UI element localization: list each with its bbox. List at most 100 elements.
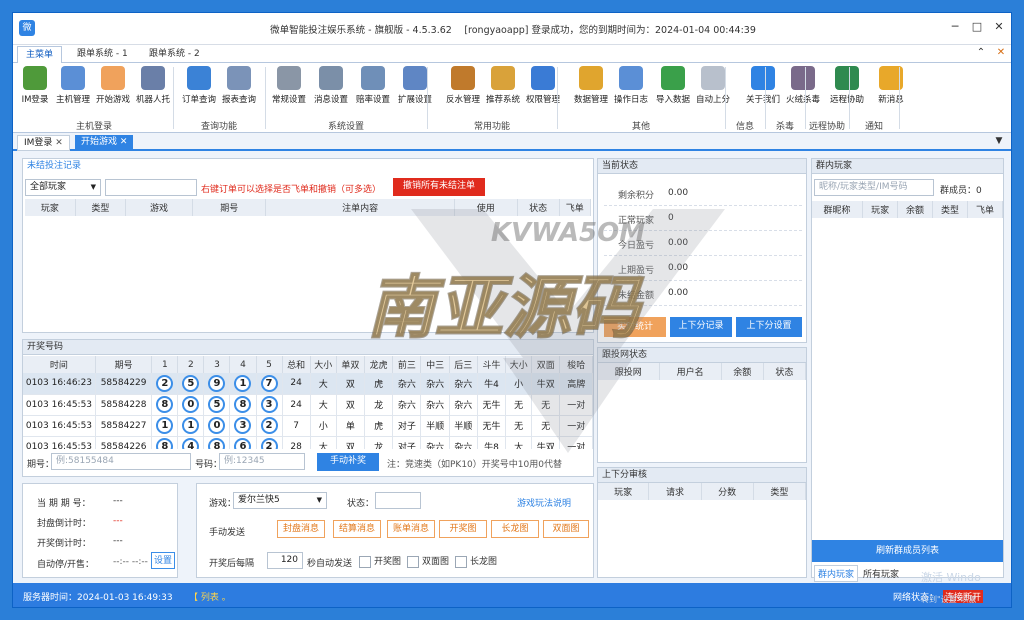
column-header[interactable]: 1 [151,356,179,373]
column-header[interactable]: 5 [256,356,283,373]
column-header[interactable]: 总和 [282,356,311,373]
check-open-chart[interactable]: 开奖图 [359,554,401,568]
column-header[interactable]: 后三 [449,356,478,373]
column-header[interactable]: 用户名 [659,363,722,380]
column-header[interactable]: 使用 [454,199,518,216]
live-stats-button[interactable]: 实时统计 [604,317,666,337]
setup-button[interactable]: 设置 [151,552,175,569]
menu-tab-follow-2[interactable]: 跟单系统 - 2 [141,46,208,63]
toolbar-button-extension-settings[interactable]: 扩展设置 [395,66,435,112]
toolbar-button-rebate[interactable]: 反水管理 [443,66,483,112]
toolbar-button-report[interactable]: 报表查询 [219,66,259,112]
toolbar-button-start-game[interactable]: 开始游戏 [93,66,133,112]
column-header[interactable]: 游戏 [125,199,194,216]
column-header[interactable]: 玩家 [598,483,650,500]
menu-tab-follow-1[interactable]: 跟单系统 - 1 [69,46,136,63]
column-header[interactable]: 状态 [763,363,807,380]
toolbar-button-robot[interactable]: 机器人托 [133,66,173,112]
send-button[interactable]: 结算消息 [333,520,381,538]
checkbox-icon[interactable] [359,555,371,568]
table-row[interactable]: 0103 16:45:53 58584226 8 4 8 6 2 28 大双龙对子 杂六 杂六 牛8 大… [23,436,593,449]
column-header[interactable]: 大小 [505,356,533,373]
column-header[interactable]: 类型 [932,201,968,218]
ribbon-collapse-icon[interactable]: ⌃ [973,42,989,64]
toolbar-button-host-manage[interactable]: 主机管理 [53,66,93,112]
group-tab-in-group[interactable]: 群内玩家 [814,565,859,582]
column-header[interactable]: 跟投网 [598,363,660,380]
column-header[interactable]: 飞单 [967,201,1003,218]
send-button[interactable]: 双面图 [543,520,589,538]
chevron-down-icon[interactable]: ▼ [991,130,1007,152]
toolbar-button-im-login[interactable]: IM登录 [15,66,55,112]
checkbox-icon[interactable] [407,555,419,568]
column-header[interactable]: 请求 [648,483,702,500]
close-icon[interactable]: ✕ [55,138,63,148]
menu-tab-main[interactable]: 主菜单 [17,46,63,63]
group-tab-all[interactable]: 所有玩家 [860,566,902,581]
column-header[interactable]: 2 [177,356,205,373]
toolbar-button-gear[interactable]: 常规设置 [269,66,309,112]
refresh-members-button[interactable]: 刷新群成员列表 [812,540,1003,562]
minimize-button[interactable]: ─ [947,16,963,38]
column-header[interactable]: 中三 [420,356,450,373]
check-dragon-chart[interactable]: 长龙图 [455,554,497,568]
column-header[interactable]: 龙虎 [364,356,394,373]
status-input[interactable] [375,492,421,509]
group-search-input[interactable]: 昵称/玩家类型/IM号码 [814,179,934,196]
column-header[interactable]: 梭哈 [559,356,593,373]
column-header[interactable]: 双面 [531,356,561,373]
issue-input[interactable]: 例:58155484 [51,453,191,470]
toolbar-button-info[interactable]: 关于我们 [743,66,783,112]
topup-settings-button[interactable]: 上下分设置 [736,317,802,337]
ribbon-close-icon[interactable]: ✕ [993,42,1009,64]
table-row[interactable]: 0103 16:45:53 58584227 1 1 0 3 2 7 小单虎对子 半顺 半顺 无牛无无… [23,415,593,437]
table-row[interactable]: 0103 16:45:53 58584228 8 0 5 8 3 24 大双龙杂六 杂六 杂六 无牛无… [23,394,593,416]
toolbar-button-remote-assist[interactable]: 远程协助 [827,66,867,112]
column-header[interactable]: 余额 [897,201,934,218]
unsettled-search-input[interactable] [105,179,197,196]
table-row[interactable]: 0103 16:46:23 58584229 2 5 9 1 7 24 大双虎杂六 杂六 杂六 牛4 小… [23,373,593,395]
column-header[interactable]: 飞单 [559,199,592,216]
send-button[interactable]: 长龙图 [491,520,539,538]
column-header[interactable]: 注单内容 [265,199,455,216]
doc-tab-start-game[interactable]: 开始游戏 ✕ [75,135,134,151]
column-header[interactable]: 群昵称 [812,201,864,218]
send-button[interactable]: 账单消息 [387,520,435,538]
toolbar-button-referral[interactable]: 推荐系统 [483,66,523,112]
toolbar-button-auto-topup[interactable]: 自动上分 [693,66,733,112]
send-button[interactable]: 开奖图 [439,520,487,538]
close-button[interactable]: ✕ [991,16,1007,38]
send-button[interactable]: 封盘消息 [277,520,325,538]
toolbar-button-log[interactable]: 操作日志 [611,66,651,112]
column-header[interactable]: 类型 [75,199,127,216]
column-header[interactable]: 期号 [192,199,267,216]
interval-input[interactable]: 120 [267,552,303,569]
topup-record-button[interactable]: 上下分记录 [670,317,732,337]
column-header[interactable]: 类型 [753,483,807,500]
game-help-link[interactable]: 游戏玩法说明 [517,496,571,509]
column-header[interactable]: 斗牛 [477,356,507,373]
check-double-chart[interactable]: 双面图 [407,554,449,568]
checkbox-icon[interactable] [455,555,467,568]
toolbar-button-antivirus[interactable]: 火绒杀毒 [783,66,823,112]
toolbar-button-order-search[interactable]: 订单查询 [179,66,219,112]
manual-supplement-button[interactable]: 手动补奖 [317,453,379,471]
close-icon[interactable]: ✕ [120,137,128,147]
cancel-all-button[interactable]: 撤销所有未结注单 [393,178,485,196]
column-header[interactable]: 玩家 [25,199,76,216]
column-header[interactable]: 3 [203,356,231,373]
toolbar-button-message-settings[interactable]: 消息设置 [311,66,351,112]
toolbar-button-database[interactable]: 数据管理 [571,66,611,112]
player-filter-select[interactable]: 全部玩家 ▼ [25,179,101,196]
game-select[interactable]: 爱尔兰快5 ▼ [233,492,327,509]
toolbar-button-odds-settings[interactable]: 赔率设置 [353,66,393,112]
column-header[interactable]: 期号 [95,356,153,373]
code-input[interactable]: 例:12345 [219,453,305,470]
column-header[interactable]: 余额 [721,363,764,380]
column-header[interactable]: 时间 [23,356,96,373]
maximize-button[interactable]: □ [969,16,985,38]
column-header[interactable]: 状态 [517,199,560,216]
column-header[interactable]: 前三 [392,356,422,373]
column-header[interactable]: 分数 [701,483,754,500]
toolbar-button-import[interactable]: 导入数据 [653,66,693,112]
